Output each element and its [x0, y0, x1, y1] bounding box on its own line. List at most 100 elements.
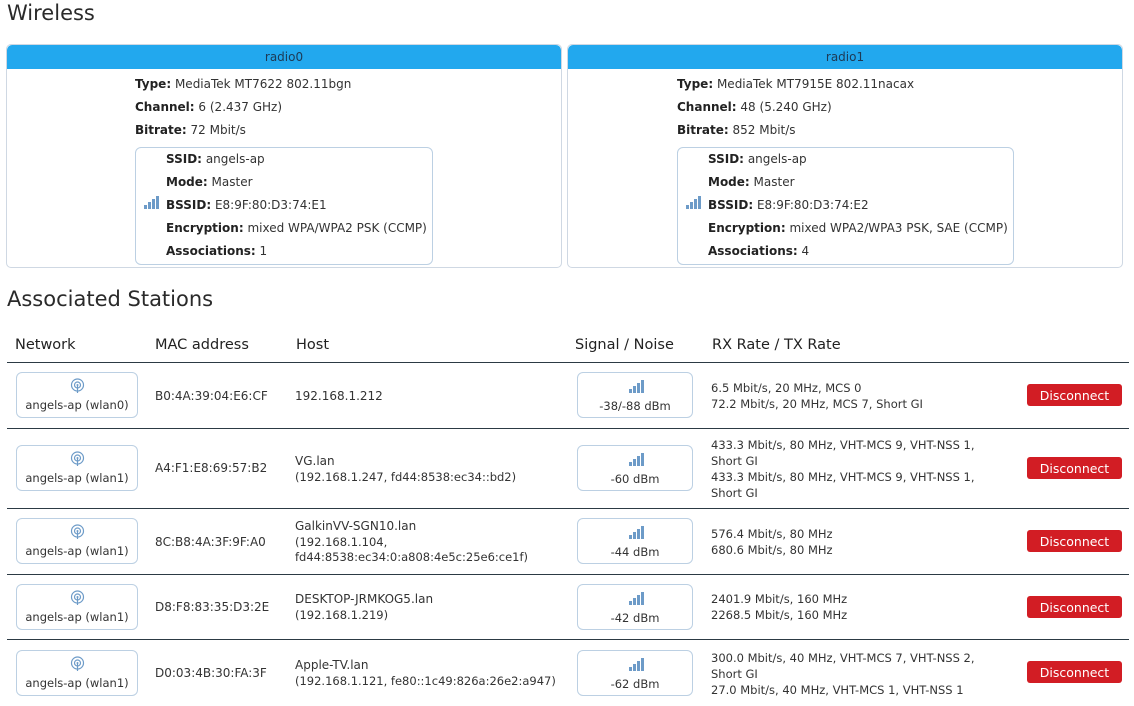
- network-encryption: Encryption: mixed WPA/WPA2 PSK (CCMP): [166, 221, 427, 235]
- host-name: GalkinVV-SGN10.lan: [295, 519, 417, 533]
- radio-channel: Channel: 48 (5.240 GHz): [677, 100, 832, 114]
- network-badge: angels-ap (wlan1): [16, 445, 138, 491]
- disconnect-button[interactable]: Disconnect: [1027, 384, 1122, 406]
- host-detail: (192.168.1.219): [295, 608, 389, 622]
- signal-badge: -42 dBm: [577, 584, 693, 630]
- network-badge: angels-ap (wlan1): [16, 518, 138, 564]
- column-header-rate: RX Rate / TX Rate: [712, 337, 841, 353]
- rate-line: Short GI: [711, 667, 758, 681]
- radio-type: Type: MediaTek MT7622 802.11bgn: [135, 77, 352, 91]
- rate-line: Short GI: [711, 486, 758, 500]
- mac-address: A4:F1:E8:69:57:B2: [155, 461, 268, 475]
- radio-header: radio1: [568, 45, 1122, 69]
- signal-bars-icon: [686, 196, 701, 209]
- network-encryption: Encryption: mixed WPA2/WPA3 PSK, SAE (CC…: [708, 221, 1008, 235]
- rate-tx: 72.2 Mbit/s, 20 MHz, MCS 7, Short GI: [711, 397, 923, 411]
- signal-bars-icon: [629, 592, 644, 605]
- disconnect-button[interactable]: Disconnect: [1027, 457, 1122, 479]
- host-detail: (192.168.1.121, fe80::1c49:826a:26e2:a94…: [295, 674, 556, 688]
- network-label: angels-ap (wlan1): [25, 471, 129, 485]
- column-header-host: Host: [296, 337, 330, 353]
- rate-tx: 2268.5 Mbit/s, 160 MHz: [711, 608, 848, 622]
- disconnect-button[interactable]: Disconnect: [1027, 661, 1122, 683]
- mac-address: D0:03:4B:30:FA:3F: [155, 666, 267, 680]
- host-detail: (192.168.1.247, fd44:8538:ec34::bd2): [295, 470, 517, 484]
- mac-address: B0:4A:39:04:E6:CF: [155, 389, 268, 403]
- rate-line: 300.0 Mbit/s, 40 MHz, VHT-MCS 7, VHT-NSS…: [711, 651, 975, 665]
- signal-value: -44 dBm: [610, 545, 660, 559]
- signal-bars-icon: [144, 196, 159, 209]
- signal-value: -62 dBm: [610, 677, 660, 691]
- wireless-icon: [70, 524, 85, 539]
- mac-address: 8C:B8:4A:3F:9F:A0: [155, 535, 266, 549]
- mac-address: D8:F8:83:35:D3:2E: [155, 600, 270, 614]
- table-row: angels-ap (wlan1) A4:F1:E8:69:57:B2 VG.l…: [7, 429, 1129, 509]
- table-row: angels-ap (wlan0) B0:4A:39:04:E6:CF 192.…: [7, 363, 1129, 429]
- wireless-icon: [70, 451, 85, 466]
- signal-badge: -38/-88 dBm: [577, 372, 693, 418]
- network-bssid: BSSID: E8:9F:80:D3:74:E1: [166, 198, 327, 212]
- radio-bitrate: Bitrate: 852 Mbit/s: [677, 123, 796, 137]
- column-header-mac: MAC address: [155, 337, 249, 353]
- host-detail: fd44:8538:ec34:0:a808:4e5c:25e6:ce1f): [295, 550, 529, 564]
- rate-line: 433.3 Mbit/s, 80 MHz, VHT-MCS 9, VHT-NSS…: [711, 470, 975, 484]
- network-label: angels-ap (wlan1): [25, 676, 129, 690]
- network-badge: angels-ap (wlan1): [16, 650, 138, 696]
- network-bssid: BSSID: E8:9F:80:D3:74:E2: [708, 198, 869, 212]
- network-mode: Mode: Master: [708, 175, 795, 189]
- network-box: SSID: angels-ap Mode: Master BSSID: E8:9…: [677, 147, 1014, 265]
- radio1-card: radio1 Type: MediaTek MT7915E 802.11naca…: [567, 44, 1123, 268]
- radio0-card: radio0 Type: MediaTek MT7622 802.11bgn C…: [6, 44, 562, 268]
- table-row: angels-ap (wlan1) D0:03:4B:30:FA:3F Appl…: [7, 640, 1129, 706]
- rate-rx: 2401.9 Mbit/s, 160 MHz: [711, 592, 848, 606]
- network-mode: Mode: Master: [166, 175, 253, 189]
- network-associations: Associations: 1: [166, 244, 268, 258]
- host-name: Apple-TV.lan: [295, 658, 369, 672]
- host-name: VG.lan: [295, 454, 335, 468]
- network-label: angels-ap (wlan1): [25, 544, 129, 558]
- network-associations: Associations: 4: [708, 244, 810, 258]
- rate-line: 433.3 Mbit/s, 80 MHz, VHT-MCS 9, VHT-NSS…: [711, 438, 975, 452]
- page-title: Wireless: [7, 1, 95, 25]
- radio-header: radio0: [7, 45, 561, 69]
- network-box: SSID: angels-ap Mode: Master BSSID: E8:9…: [135, 147, 433, 265]
- radio-channel: Channel: 6 (2.437 GHz): [135, 100, 283, 114]
- column-header-signal: Signal / Noise: [575, 337, 674, 353]
- signal-value: -38/-88 dBm: [599, 399, 671, 413]
- column-header-network: Network: [15, 337, 76, 353]
- section-title: Associated Stations: [7, 287, 214, 311]
- network-ssid: SSID: angels-ap: [166, 152, 265, 166]
- signal-bars-icon: [629, 658, 644, 671]
- rate-line: Short GI: [711, 454, 758, 468]
- host-name: 192.168.1.212: [295, 389, 383, 403]
- table-row: angels-ap (wlan1) 8C:B8:4A:3F:9F:A0 Galk…: [7, 509, 1129, 575]
- network-badge: angels-ap (wlan1): [16, 584, 138, 630]
- radio-bitrate: Bitrate: 72 Mbit/s: [135, 123, 246, 137]
- network-label: angels-ap (wlan0): [25, 398, 129, 412]
- disconnect-button[interactable]: Disconnect: [1027, 596, 1122, 618]
- wireless-icon: [70, 378, 85, 393]
- signal-badge: -44 dBm: [577, 518, 693, 564]
- rate-rx: 6.5 Mbit/s, 20 MHz, MCS 0: [711, 381, 862, 395]
- signal-bars-icon: [629, 380, 644, 393]
- rate-line: 27.0 Mbit/s, 40 MHz, VHT-MCS 1, VHT-NSS …: [711, 683, 964, 697]
- network-ssid: SSID: angels-ap: [708, 152, 807, 166]
- signal-bars-icon: [629, 526, 644, 539]
- rate-rx: 576.4 Mbit/s, 80 MHz: [711, 527, 833, 541]
- wireless-icon: [70, 590, 85, 605]
- wireless-icon: [70, 656, 85, 671]
- signal-bars-icon: [629, 453, 644, 466]
- host-detail: (192.168.1.104,: [295, 535, 388, 549]
- signal-badge: -60 dBm: [577, 445, 693, 491]
- network-badge: angels-ap (wlan0): [16, 372, 138, 418]
- table-header: Network MAC address Host Signal / Noise …: [7, 336, 1129, 363]
- network-label: angels-ap (wlan1): [25, 610, 129, 624]
- host-name: DESKTOP-JRMKOG5.lan: [295, 592, 434, 606]
- signal-value: -42 dBm: [610, 611, 660, 625]
- disconnect-button[interactable]: Disconnect: [1027, 530, 1122, 552]
- signal-value: -60 dBm: [610, 472, 660, 486]
- radio-type: Type: MediaTek MT7915E 802.11nacax: [677, 77, 915, 91]
- signal-badge: -62 dBm: [577, 650, 693, 696]
- rate-tx: 680.6 Mbit/s, 80 MHz: [711, 543, 833, 557]
- table-row: angels-ap (wlan1) D8:F8:83:35:D3:2E DESK…: [7, 575, 1129, 640]
